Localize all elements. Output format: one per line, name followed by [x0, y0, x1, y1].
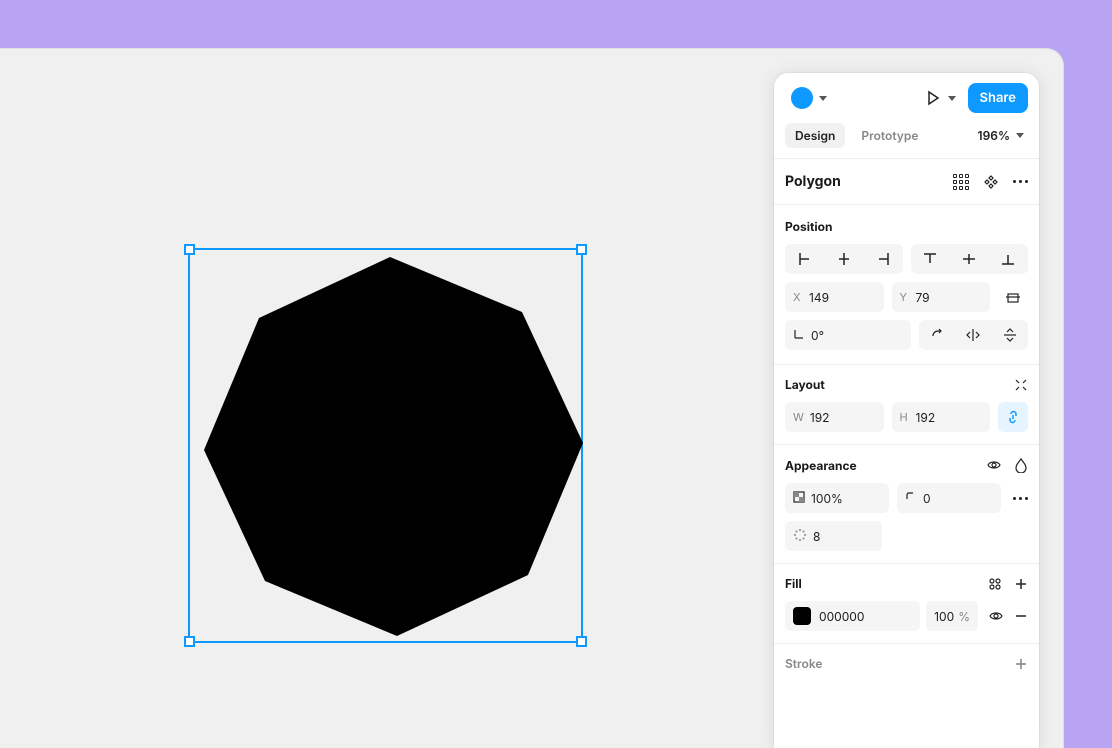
y-field[interactable]: Y 79	[892, 282, 991, 312]
align-vcenter-button[interactable]	[950, 244, 989, 274]
fill-section: Fill 000000 100 %	[774, 564, 1039, 643]
height-field[interactable]: H 192	[892, 402, 991, 432]
y-value: 79	[916, 290, 930, 305]
layout-section: Layout W 192 H 192	[774, 365, 1039, 444]
component-icon[interactable]	[983, 174, 999, 190]
component-grid-icon[interactable]	[953, 174, 969, 190]
selection-box[interactable]	[188, 248, 583, 643]
tab-design[interactable]: Design	[785, 123, 845, 148]
autolayout-collapse-icon[interactable]	[1014, 378, 1028, 392]
more-icon[interactable]	[1013, 497, 1028, 500]
resize-handle-top-left[interactable]	[184, 244, 195, 255]
share-button-label: Share	[980, 90, 1016, 106]
sides-value: 8	[813, 529, 820, 544]
flip-horizontal-button[interactable]	[955, 320, 992, 350]
section-title: Layout	[785, 377, 825, 392]
absolute-position-button[interactable]	[998, 282, 1028, 312]
align-right-button[interactable]	[863, 244, 902, 274]
width-field[interactable]: W 192	[785, 402, 884, 432]
add-fill-icon[interactable]	[1014, 577, 1028, 591]
resize-handle-top-right[interactable]	[576, 244, 587, 255]
fill-swatch	[793, 607, 811, 625]
flip-group	[919, 320, 1029, 350]
panel-top-bar: Share	[774, 73, 1039, 123]
zoom-control[interactable]: 196%	[974, 124, 1028, 147]
chevron-down-icon	[948, 96, 956, 101]
opacity-icon	[793, 491, 805, 506]
section-title: Stroke	[785, 656, 823, 671]
section-title: Position	[785, 219, 832, 234]
opacity-field[interactable]: 100%	[785, 483, 889, 513]
position-section: Position X 149	[774, 205, 1039, 364]
corner-value: 0	[923, 491, 931, 506]
corner-icon	[905, 491, 917, 506]
styles-icon[interactable]	[988, 577, 1002, 591]
object-header: Polygon	[774, 159, 1039, 204]
blend-mode-icon[interactable]	[1014, 457, 1028, 473]
x-value: 149	[809, 290, 829, 305]
sides-field[interactable]: 8	[785, 521, 882, 551]
align-bottom-button[interactable]	[989, 244, 1028, 274]
rotate-90-button[interactable]	[919, 320, 956, 350]
stroke-section: Stroke	[774, 644, 1039, 683]
play-icon	[924, 89, 942, 107]
align-vertical-group	[911, 244, 1029, 274]
share-button[interactable]: Share	[968, 83, 1028, 113]
chevron-down-icon	[819, 96, 827, 101]
align-top-button[interactable]	[911, 244, 950, 274]
opacity-value: 100%	[811, 491, 843, 506]
fill-hex: 000000	[819, 609, 864, 624]
width-value: 192	[810, 410, 830, 425]
chevron-down-icon	[1016, 133, 1024, 138]
page-color-button[interactable]	[785, 83, 833, 113]
resize-handle-bottom-right[interactable]	[576, 636, 587, 647]
zoom-value: 196%	[978, 128, 1010, 143]
object-name: Polygon	[785, 173, 841, 190]
align-horizontal-group	[785, 244, 903, 274]
appearance-section: Appearance 100% 0	[774, 445, 1039, 563]
rotation-value: 0°	[811, 328, 824, 343]
flip-vertical-button[interactable]	[992, 320, 1029, 350]
fill-opacity-field[interactable]: 100 %	[926, 601, 978, 631]
add-stroke-icon[interactable]	[1014, 657, 1028, 671]
fill-opacity-value: 100	[934, 609, 954, 624]
polygon-shape[interactable]	[190, 250, 585, 645]
more-icon[interactable]	[1013, 180, 1028, 183]
inspector-panel: Share Design Prototype 196% Polygon	[774, 73, 1039, 748]
remove-fill-icon[interactable]	[1014, 609, 1028, 623]
angle-icon	[793, 328, 805, 343]
polygon-sides-icon	[793, 528, 807, 545]
section-title: Fill	[785, 576, 802, 591]
fill-color-field[interactable]: 000000	[785, 601, 920, 631]
visibility-icon[interactable]	[986, 457, 1002, 473]
fill-visibility-icon[interactable]	[988, 608, 1004, 624]
tab-bar: Design Prototype 196%	[774, 123, 1039, 158]
height-value: 192	[916, 410, 936, 425]
constrain-proportions-button[interactable]	[998, 402, 1028, 432]
section-title: Appearance	[785, 458, 857, 473]
tab-prototype[interactable]: Prototype	[851, 123, 928, 148]
app-window: Share Design Prototype 196% Polygon	[0, 48, 1064, 748]
present-button[interactable]	[918, 85, 962, 111]
page-color-swatch	[791, 87, 813, 109]
align-hcenter-button[interactable]	[824, 244, 863, 274]
align-left-button[interactable]	[785, 244, 824, 274]
corner-radius-field[interactable]: 0	[897, 483, 1001, 513]
x-field[interactable]: X 149	[785, 282, 884, 312]
rotation-field[interactable]: 0°	[785, 320, 911, 350]
resize-handle-bottom-left[interactable]	[184, 636, 195, 647]
